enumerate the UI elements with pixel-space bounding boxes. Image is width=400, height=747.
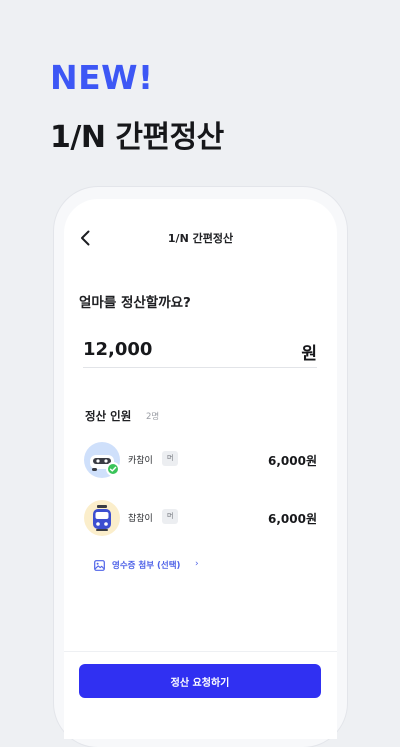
participant-name: 찹참이 [128,514,153,524]
verified-check-icon [106,462,120,476]
participants-label: 정산 인원 [85,409,132,423]
car-character-avatar [84,442,120,478]
nav-bar: 1/N 간편정산 [64,224,337,252]
image-icon [94,560,105,571]
participant-tag: 머 [162,451,179,466]
amount-currency-unit: 원 [301,344,317,364]
promo-badge-new: NEW! [50,58,154,97]
amount-question: 얼마를 정산할까요? [79,295,191,311]
amount-input[interactable]: 12,000 원 [83,331,317,368]
participant-amount: 6,000원 [268,454,317,468]
participant-name: 카참이 [128,456,153,466]
participants-count: 2명 [146,412,160,422]
participant-row[interactable]: 카참이 머 6,000원 [84,442,317,480]
participant-tag: 머 [162,509,179,524]
participant-amount: 6,000원 [268,512,317,526]
amount-value: 12,000 [83,339,153,360]
attach-receipt-label: 영수증 첨부 (선택) [112,561,181,571]
divider [64,651,337,652]
train-character-avatar [84,500,120,536]
page-title: 1/N 간편정산 [167,232,234,245]
app-screen: 1/N 간편정산 얼마를 정산할까요? 12,000 원 정산 인원 2명 카참… [64,199,337,739]
promo-title: 1/N 간편정산 [50,120,224,155]
request-settlement-button[interactable]: 정산 요청하기 [79,664,321,698]
chevron-right-icon: › [195,559,199,569]
train-character-icon [93,505,111,531]
participant-row[interactable]: 찹참이 머 6,000원 [84,500,317,538]
